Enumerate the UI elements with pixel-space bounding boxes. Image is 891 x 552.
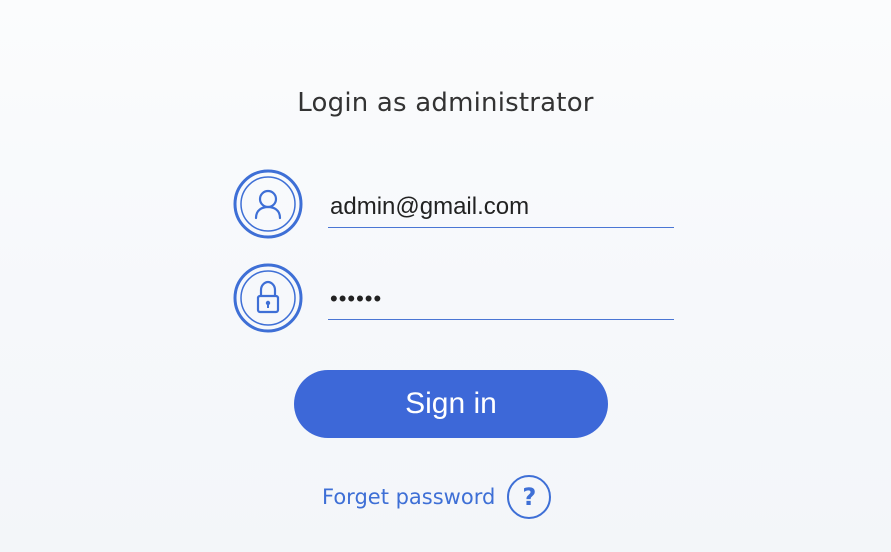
email-field[interactable] — [328, 187, 674, 228]
login-title: Login as administrator — [297, 88, 594, 118]
sign-in-button[interactable]: Sign in — [294, 370, 608, 438]
lock-icon — [232, 262, 304, 334]
forget-password-row: Forget password ? — [322, 474, 552, 520]
password-field[interactable] — [328, 279, 674, 320]
login-page: Login as administrator Sign in Forget pa… — [0, 0, 891, 552]
help-icon[interactable]: ? — [507, 475, 552, 519]
user-icon — [232, 168, 304, 240]
forget-password-link[interactable]: Forget password — [322, 485, 495, 509]
